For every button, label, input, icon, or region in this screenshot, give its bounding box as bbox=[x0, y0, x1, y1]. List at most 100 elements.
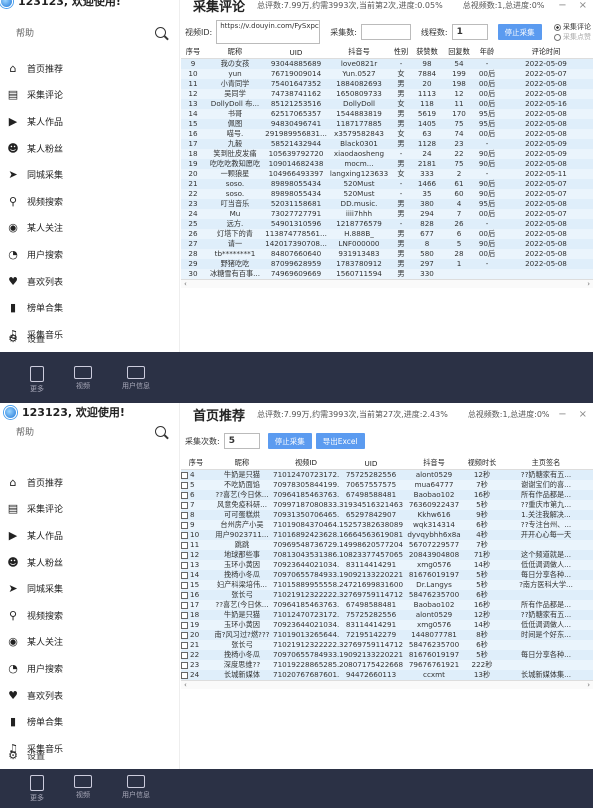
column-header[interactable]: UID bbox=[339, 458, 403, 470]
column-header[interactable]: 获赞数 bbox=[411, 47, 443, 59]
table-row[interactable]: 21 soso. 89898055434 520Must - 1466 61 90后 2022-… bbox=[181, 178, 593, 189]
table-row[interactable]: 15 妇产科梁培伟... 71015889955558... 247216998316… bbox=[181, 579, 593, 590]
table-row[interactable]: 7 风意免疫科研... 70997187080833... 3193451632146… bbox=[181, 499, 593, 510]
column-header[interactable]: 视频ID bbox=[273, 458, 339, 470]
table-row[interactable]: 17 九毅 58521432944 Black0301 男 1128 23 - 2022-05-… bbox=[181, 138, 593, 149]
nav-item-fans[interactable]: ☻ 某人粉丝 bbox=[0, 135, 180, 162]
footer-more[interactable]: 更多 bbox=[30, 775, 44, 803]
table-row[interactable]: 26 灯塔下的青 113874778561... H.888B_ 男 677 6 00后 202… bbox=[181, 228, 593, 239]
row-checkbox[interactable] bbox=[181, 611, 188, 619]
export-excel-button[interactable]: 导出Excel bbox=[315, 433, 365, 449]
row-checkbox[interactable] bbox=[181, 621, 188, 629]
nav-item-home[interactable]: ⌂ 首页推荐 bbox=[0, 55, 180, 82]
row-checkbox[interactable] bbox=[181, 481, 188, 489]
stop-collect-button[interactable]: 停止采集 bbox=[497, 24, 542, 40]
table-row[interactable]: 11 跳跳 70969548736729... 14998620577204... 56… bbox=[181, 539, 593, 550]
horizontal-scrollbar[interactable]: ‹ › bbox=[181, 679, 593, 689]
column-header[interactable]: 抖音号 bbox=[327, 47, 391, 59]
table-row[interactable]: 24 Mu 73027727791 iiii7hhh 男 294 7 00后 2022-05-0… bbox=[181, 208, 593, 219]
table-row[interactable]: 10 用户9023711... 71016892423628... 166645636… bbox=[181, 529, 593, 540]
table-row[interactable]: 28 tb********1 84807660640 931913483 男 580 28 0… bbox=[181, 248, 593, 259]
radio-likes[interactable]: 采集点赞 bbox=[554, 32, 591, 42]
footer-userinfo[interactable]: 用户信息 bbox=[122, 366, 150, 394]
table-row[interactable]: 9 我の女孩 93044885689 love0821r - 98 54 - 2022-05-0… bbox=[181, 58, 593, 69]
scroll-right-icon[interactable]: › bbox=[587, 681, 590, 689]
table-row[interactable]: 27 请一 142017390708... LNF000000 男 8 5 90后 2022-0… bbox=[181, 238, 593, 249]
table-row[interactable]: 17 ??喜艺(今日休... 70964185463763... 6749858848… bbox=[181, 599, 593, 610]
table-row[interactable]: 11 小青同学 75401647352 1884082693 男 20 198 00后 2022… bbox=[181, 78, 593, 89]
table-row[interactable]: 23 叮当音乐 52031158681 DD.music. 男 380 4 95后 2022-0… bbox=[181, 198, 593, 209]
table-row[interactable]: 24 长城新媒体 71020767687601... 94472660113 ccxmt… bbox=[181, 669, 593, 680]
horizontal-scrollbar[interactable]: ‹ › bbox=[181, 278, 593, 288]
table-row[interactable]: 20 南?风习过?燃??? 71019013265644... 72195142279… bbox=[181, 629, 593, 640]
search-icon[interactable] bbox=[155, 26, 166, 38]
settings-item[interactable]: ⚙ 设置 bbox=[0, 745, 45, 765]
row-checkbox[interactable] bbox=[181, 491, 188, 499]
nav-item-likes[interactable]: ♥ 喜欢列表 bbox=[0, 268, 180, 295]
row-checkbox[interactable] bbox=[181, 501, 188, 509]
nav-item-local[interactable]: ➤ 同城采集 bbox=[0, 161, 180, 188]
table-row[interactable]: 23 深度思维?? 71019228865285... 20807175422668.… bbox=[181, 659, 593, 670]
table-row[interactable]: 13 玉环小黄因 70923644021034... 83114414291 xmg05… bbox=[181, 559, 593, 570]
nav-item-user-search[interactable]: ◔ 用户搜索 bbox=[0, 241, 180, 268]
row-checkbox[interactable] bbox=[181, 651, 188, 659]
table-row[interactable]: 18 牛奶是只猫 71012470723172... 75725282556 alont… bbox=[181, 609, 593, 620]
row-checkbox[interactable] bbox=[181, 601, 188, 609]
table-row[interactable]: 25 远方. 54901310596 1218776579 - 828 26 - 2022-05… bbox=[181, 218, 593, 229]
help-search[interactable]: 帮助 bbox=[4, 420, 172, 442]
row-checkbox[interactable] bbox=[181, 471, 188, 479]
scroll-right-icon[interactable]: › bbox=[587, 280, 590, 288]
table-row[interactable]: 10 yun 76719009014 Yun.0527 女 7884 199 00后 2022-… bbox=[181, 68, 593, 79]
table-row[interactable]: 29 野猪吃吃 87099628959 1783780912 男 297 1 - 2022-05… bbox=[181, 258, 593, 269]
table-row[interactable]: 22 挽椅小冬瓜 70970655784933... 19092133220221..… bbox=[181, 649, 593, 660]
table-row[interactable]: 9 台州房产小吴 71019084370464... 15257382638089..… bbox=[181, 519, 593, 530]
table-row[interactable]: 20 一颗狼星 104966493397 langxing123633 女 333 2 - 20… bbox=[181, 168, 593, 179]
nav-item-fans[interactable]: ☻ 某人粉丝 bbox=[0, 549, 180, 576]
row-checkbox[interactable] bbox=[181, 521, 188, 529]
column-header[interactable]: 序号 bbox=[181, 47, 205, 59]
column-header[interactable]: 主页签名 bbox=[499, 458, 593, 470]
table-row[interactable]: 13 DollyDoll 布... 85121253516 DollyDoll 女 118… bbox=[181, 98, 593, 109]
help-search[interactable]: 帮助 bbox=[4, 21, 172, 43]
footer-video[interactable]: 视频 bbox=[74, 775, 92, 803]
table-row[interactable]: 19 玉环小黄因 70923644021034... 83114414291 xmg05… bbox=[181, 619, 593, 630]
column-header[interactable]: 序号 bbox=[181, 458, 211, 470]
table-row[interactable]: 12 吴同学 74738741162 1650809733 男 1113 12 00后 2022… bbox=[181, 88, 593, 99]
close-icon[interactable]: × bbox=[579, 0, 587, 11]
column-header[interactable]: UID bbox=[265, 47, 327, 59]
nav-item-home[interactable]: ⌂ 首页推荐 bbox=[0, 469, 180, 496]
footer-more[interactable]: 更多 bbox=[30, 366, 44, 394]
nav-item-local[interactable]: ➤ 同城采集 bbox=[0, 575, 180, 602]
row-checkbox[interactable] bbox=[181, 551, 188, 559]
row-checkbox[interactable] bbox=[181, 591, 188, 599]
column-header[interactable]: 昵称 bbox=[205, 47, 265, 59]
table-row[interactable]: 8 可可蛋糕烘 70931350706465... 65297842907 Kkhw61… bbox=[181, 509, 593, 520]
row-checkbox[interactable] bbox=[181, 671, 188, 679]
table-row[interactable]: 18 笑到肚皮发痛 105639792720 xiaodaosheng - 24 22 90后… bbox=[181, 148, 593, 159]
footer-video[interactable]: 视频 bbox=[74, 366, 92, 394]
close-icon[interactable]: × bbox=[579, 409, 587, 420]
radio-comments[interactable]: 采集评论 bbox=[554, 22, 591, 32]
column-header[interactable]: 回复数 bbox=[443, 47, 475, 59]
collect-count-input[interactable]: 5 bbox=[223, 433, 260, 449]
table-row[interactable]: 5 不吃奶面馅 70978305844199... 70657557575 mua647… bbox=[181, 479, 593, 490]
table-row[interactable]: 30 冰糖雪有百事... 74969609669 1560711594 男 330 bbox=[181, 268, 593, 279]
table-row[interactable]: 16 喵号. 291989956831... x3579582843 女 63 74 00后 2… bbox=[181, 128, 593, 139]
table-row[interactable]: 14 书哥 62517065357 1544883819 男 5619 170 95后 2022… bbox=[181, 108, 593, 119]
threads-input[interactable]: 1 bbox=[451, 24, 488, 40]
search-icon[interactable] bbox=[155, 425, 166, 437]
row-checkbox[interactable] bbox=[181, 661, 188, 669]
table-row[interactable]: 14 挽椅小冬瓜 70970655784933... 19092133220221..… bbox=[181, 569, 593, 580]
row-checkbox[interactable] bbox=[181, 531, 188, 539]
column-header[interactable]: 抖音号 bbox=[403, 458, 465, 470]
nav-item-following[interactable]: ◉ 某人关注 bbox=[0, 629, 180, 656]
nav-item-likes[interactable]: ♥ 喜欢列表 bbox=[0, 682, 180, 709]
table-row[interactable]: 19 吃吃吃教知愿吃 109014682438 mocm... 男 2181 75 90后 20… bbox=[181, 158, 593, 169]
nav-item-user-search[interactable]: ◔ 用户搜索 bbox=[0, 655, 180, 682]
stop-collect-button[interactable]: 停止采集 bbox=[267, 433, 312, 449]
row-checkbox[interactable] bbox=[181, 511, 188, 519]
collect-count-input[interactable] bbox=[360, 24, 411, 40]
video-url-input[interactable]: https://v.douyin.com/FySxpcX/ bbox=[216, 20, 321, 44]
nav-item-comments[interactable]: ▤ 采集评论 bbox=[0, 496, 180, 523]
nav-item-video-search[interactable]: ⚲ 视频搜索 bbox=[0, 602, 180, 629]
